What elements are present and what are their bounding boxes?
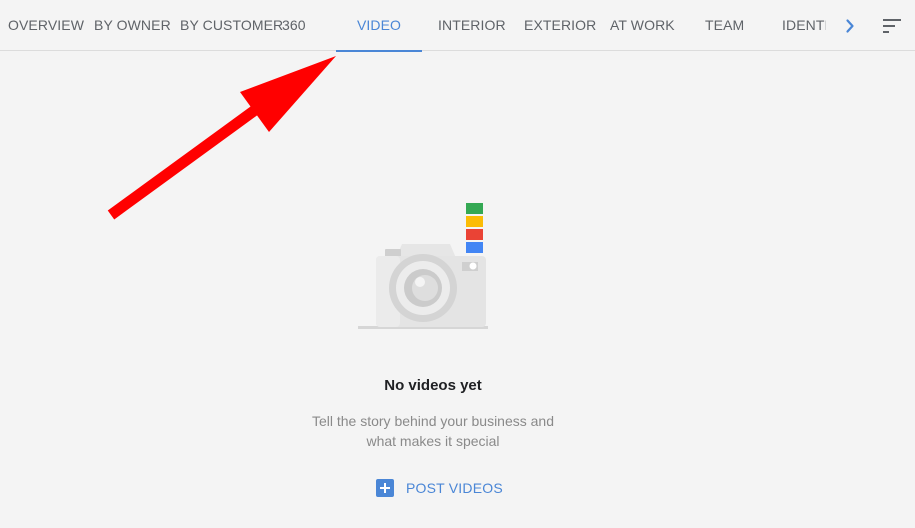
camera-illustration xyxy=(352,196,502,336)
empty-state-description-line-1: Tell the story behind your business and xyxy=(311,413,555,429)
stripe-red xyxy=(466,229,483,240)
tab-identity[interactable]: IDENTITY xyxy=(782,0,826,51)
stripe-green xyxy=(466,203,483,214)
empty-state-description-line-2: what makes it special xyxy=(366,433,500,449)
sort-icon xyxy=(883,19,901,33)
tab-360[interactable]: 360 xyxy=(282,0,306,51)
arrow-head xyxy=(240,56,336,132)
empty-state-title: No videos yet xyxy=(384,377,482,394)
tab-at-work[interactable]: AT WORK xyxy=(610,0,675,51)
tab-team[interactable]: TEAM xyxy=(705,0,744,51)
tab-video[interactable]: VIDEO xyxy=(336,0,422,52)
page: OVERVIEW BY OWNER BY CUSTOMER 360 VIDEO … xyxy=(0,0,915,528)
chevron-right-icon xyxy=(846,19,854,33)
arrow-shaft xyxy=(107,100,266,220)
tab-overview[interactable]: OVERVIEW xyxy=(8,0,84,51)
tab-exterior[interactable]: EXTERIOR xyxy=(524,0,596,51)
post-videos-label: POST VIDEOS xyxy=(406,480,503,496)
tab-interior[interactable]: INTERIOR xyxy=(438,0,506,51)
tab-by-owner[interactable]: BY OWNER xyxy=(94,0,171,51)
stripe-blue xyxy=(466,242,483,253)
tab-bar: OVERVIEW BY OWNER BY CUSTOMER 360 VIDEO … xyxy=(0,0,915,52)
tabs-scroll-right-button[interactable] xyxy=(838,14,862,38)
post-videos-button[interactable]: POST VIDEOS xyxy=(370,472,504,504)
plus-box-icon xyxy=(376,479,394,497)
tab-overflow-clip: IDENTITY xyxy=(782,0,826,51)
camera-icon xyxy=(358,203,488,329)
stripe-yellow xyxy=(466,216,483,227)
sort-menu-button[interactable] xyxy=(880,14,904,38)
tab-by-customer[interactable]: BY CUSTOMER xyxy=(180,0,283,51)
empty-state-description: Tell the story behind your business and … xyxy=(0,411,866,451)
